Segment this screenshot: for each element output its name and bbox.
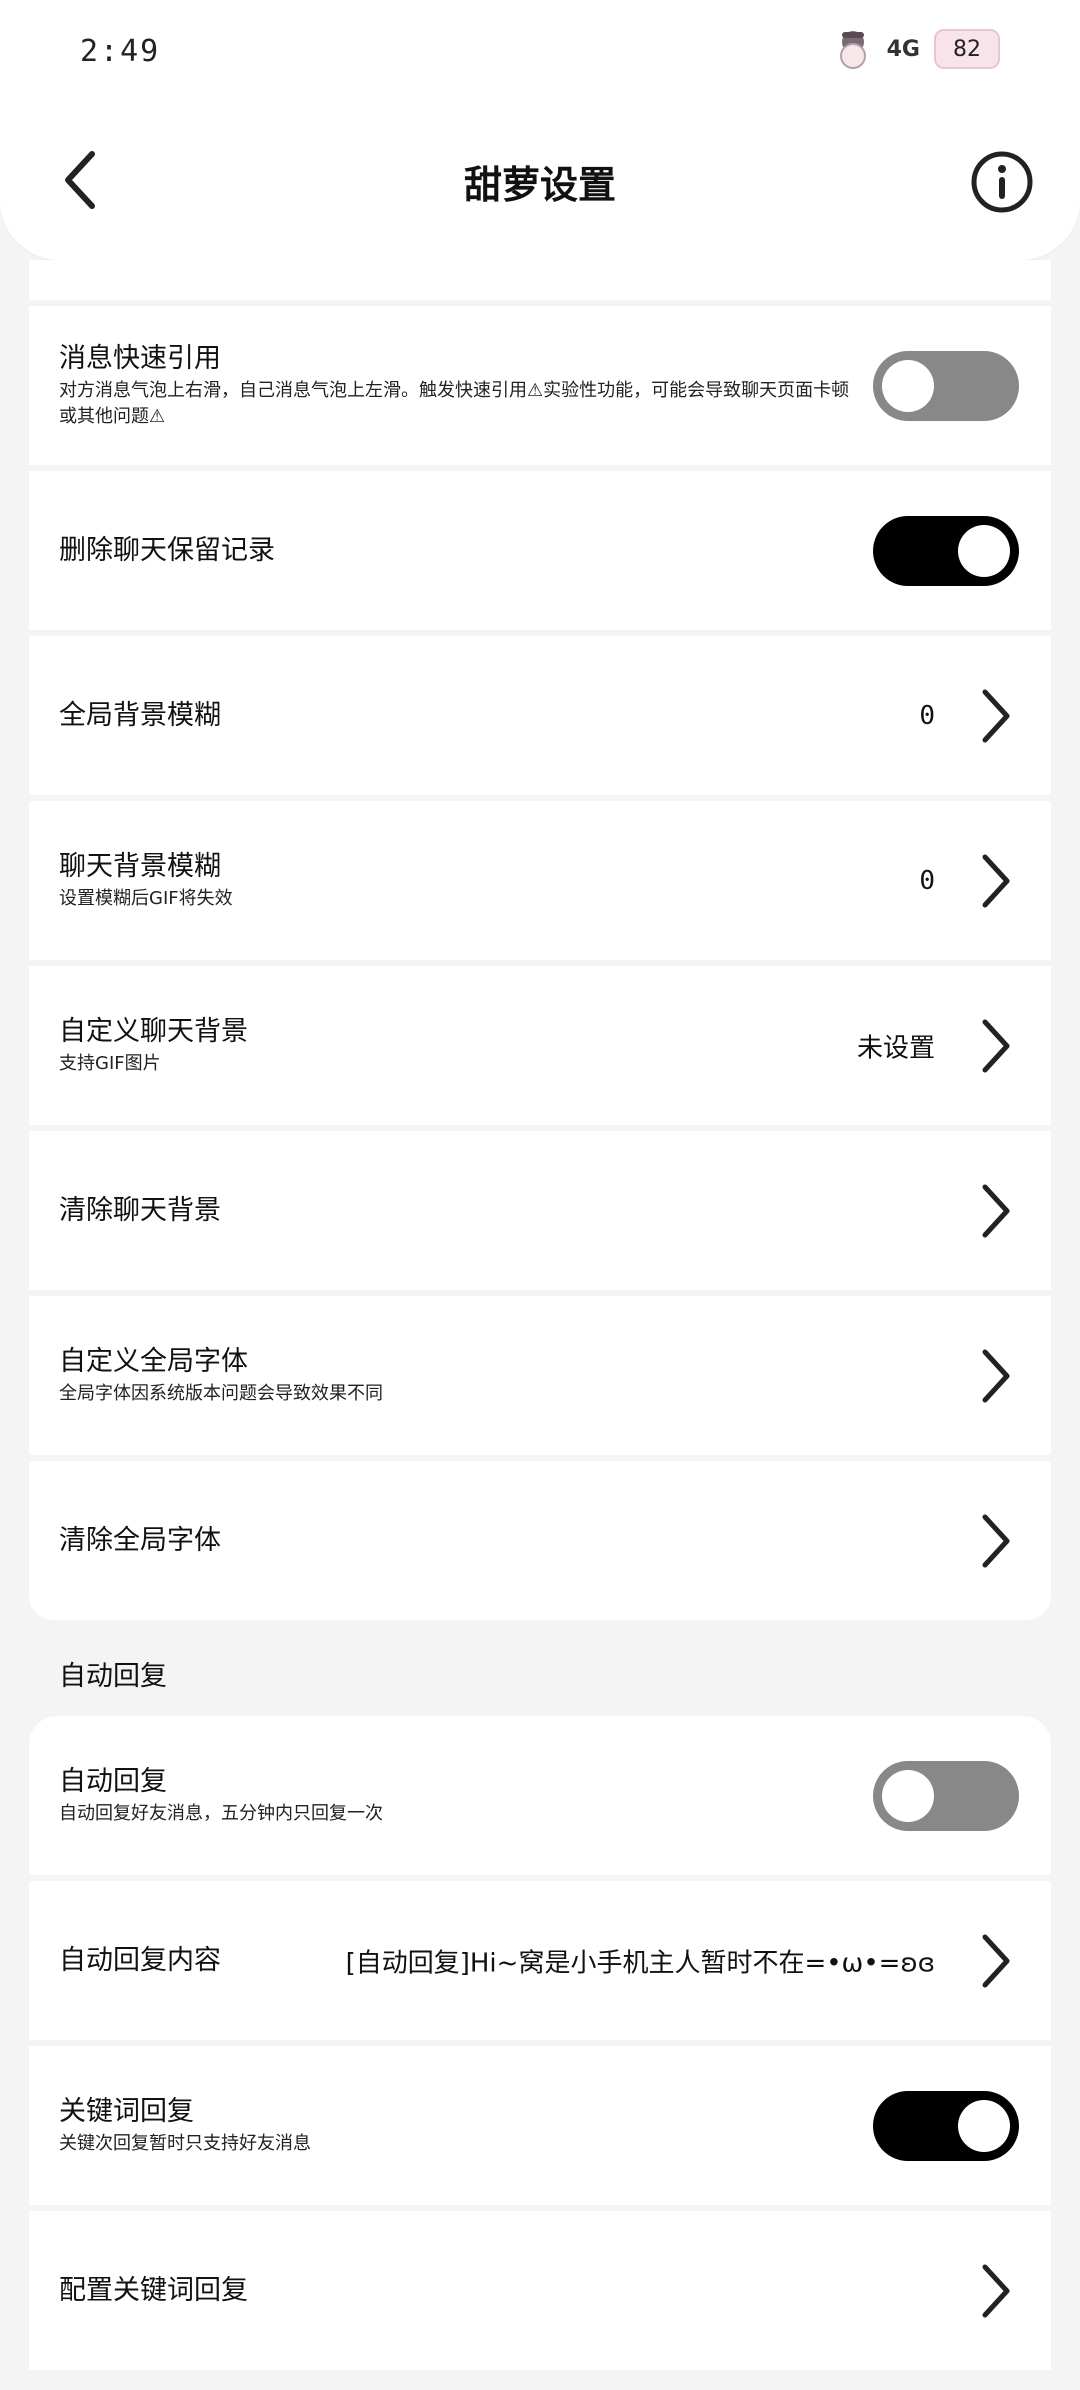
chevron-right-icon bbox=[982, 1514, 1010, 1567]
row-title: 配置关键词回复 bbox=[59, 2274, 248, 2306]
row-subtitle: 支持GIF图片 bbox=[59, 1052, 161, 1074]
row-title: 聊天背景模糊 bbox=[59, 850, 221, 882]
row-custom-chat-bg[interactable]: 自定义聊天背景 支持GIF图片 未设置 bbox=[29, 966, 1051, 1125]
toggle-knob bbox=[958, 524, 1010, 577]
auto-reply-toggle[interactable] bbox=[873, 1760, 1019, 1831]
row-title: 全局背景模糊 bbox=[59, 699, 221, 731]
row-subtitle: 全局字体因系统版本问题会导致效果不同 bbox=[59, 1382, 383, 1404]
row-title: 清除全局字体 bbox=[59, 1524, 221, 1556]
list-top-cap bbox=[29, 260, 1051, 300]
chevron-right-icon bbox=[982, 1184, 1010, 1237]
row-title: 关键词回复 bbox=[59, 2095, 194, 2127]
info-button[interactable] bbox=[970, 150, 1034, 214]
row-quick-quote[interactable]: 消息快速引用 对方消息气泡上右滑，自己消息气泡上左滑。触发快速引用⚠实验性功能，… bbox=[29, 306, 1051, 465]
chevron-right-icon bbox=[982, 1019, 1010, 1072]
avatar-sticker-icon bbox=[833, 26, 873, 72]
quick-quote-toggle[interactable] bbox=[873, 350, 1019, 421]
row-value: 0 bbox=[919, 700, 935, 731]
row-clear-global-font[interactable]: 清除全局字体 bbox=[29, 1461, 1051, 1620]
row-value: 未设置 bbox=[856, 1033, 935, 1063]
chevron-right-icon bbox=[982, 1349, 1010, 1402]
row-subtitle: 关键次回复暂时只支持好友消息 bbox=[59, 2132, 311, 2154]
status-time: 2:49 bbox=[80, 34, 161, 69]
row-subtitle: 对方消息气泡上右滑，自己消息气泡上左滑。触发快速引用⚠实验性功能，可能会导致聊天… bbox=[59, 379, 850, 427]
battery-level: 82 bbox=[953, 36, 981, 62]
row-global-bg-blur[interactable]: 全局背景模糊 0 bbox=[29, 636, 1051, 795]
toggle-knob bbox=[958, 2099, 1010, 2152]
row-title: 清除聊天背景 bbox=[59, 1194, 221, 1226]
network-4g-icon: 4G bbox=[886, 36, 920, 62]
status-right: 4G 82 bbox=[833, 26, 1000, 72]
row-title: 自动回复内容 bbox=[59, 1944, 221, 1976]
row-keyword-reply[interactable]: 关键词回复 关键次回复暂时只支持好友消息 bbox=[29, 2046, 1051, 2205]
app-header: 甜萝设置 bbox=[0, 110, 1080, 260]
row-auto-reply-content[interactable]: 自动回复内容 [自动回复]Hi~窝是小手机主人暂时不在=•ω•=ʚɞ bbox=[29, 1881, 1051, 2040]
chevron-right-icon bbox=[982, 1934, 1010, 1987]
keyword-reply-toggle[interactable] bbox=[873, 2090, 1019, 2161]
settings-list: 消息快速引用 对方消息气泡上右滑，自己消息气泡上左滑。触发快速引用⚠实验性功能，… bbox=[29, 260, 1051, 2376]
section-title: 自动回复 bbox=[59, 1661, 167, 1692]
chevron-right-icon bbox=[982, 689, 1010, 742]
row-configure-keyword-reply[interactable]: 配置关键词回复 bbox=[29, 2211, 1051, 2370]
chevron-right-icon bbox=[982, 2264, 1010, 2317]
row-title: 自定义全局字体 bbox=[59, 1345, 248, 1377]
row-value: [自动回复]Hi~窝是小手机主人暂时不在=•ω•=ʚɞ bbox=[345, 1948, 935, 1978]
status-bar: 2:49 4G 82 bbox=[0, 0, 1080, 110]
row-title: 自动回复 bbox=[59, 1765, 167, 1797]
toggle-knob bbox=[882, 1769, 934, 1822]
row-title: 自定义聊天背景 bbox=[59, 1015, 248, 1047]
section-header-auto-reply: 自动回复 bbox=[29, 1620, 1051, 1716]
chevron-right-icon bbox=[982, 854, 1010, 907]
row-chat-bg-blur[interactable]: 聊天背景模糊 设置模糊后GIF将失效 0 bbox=[29, 801, 1051, 960]
page-title: 甜萝设置 bbox=[463, 163, 616, 207]
row-title: 删除聊天保留记录 bbox=[59, 534, 275, 566]
row-clear-chat-bg[interactable]: 清除聊天背景 bbox=[29, 1131, 1051, 1290]
battery-icon: 82 bbox=[934, 29, 1000, 69]
row-delete-keep-records[interactable]: 删除聊天保留记录 bbox=[29, 471, 1051, 630]
info-icon bbox=[971, 151, 1033, 213]
row-subtitle: 设置模糊后GIF将失效 bbox=[59, 887, 233, 909]
row-subtitle: 自动回复好友消息，五分钟内只回复一次 bbox=[59, 1802, 383, 1824]
row-auto-reply[interactable]: 自动回复 自动回复好友消息，五分钟内只回复一次 bbox=[29, 1716, 1051, 1875]
row-custom-global-font[interactable]: 自定义全局字体 全局字体因系统版本问题会导致效果不同 bbox=[29, 1296, 1051, 1455]
delete-keep-records-toggle[interactable] bbox=[873, 515, 1019, 586]
row-value: 0 bbox=[919, 865, 935, 896]
toggle-knob bbox=[882, 359, 934, 412]
row-title: 消息快速引用 bbox=[59, 342, 221, 374]
